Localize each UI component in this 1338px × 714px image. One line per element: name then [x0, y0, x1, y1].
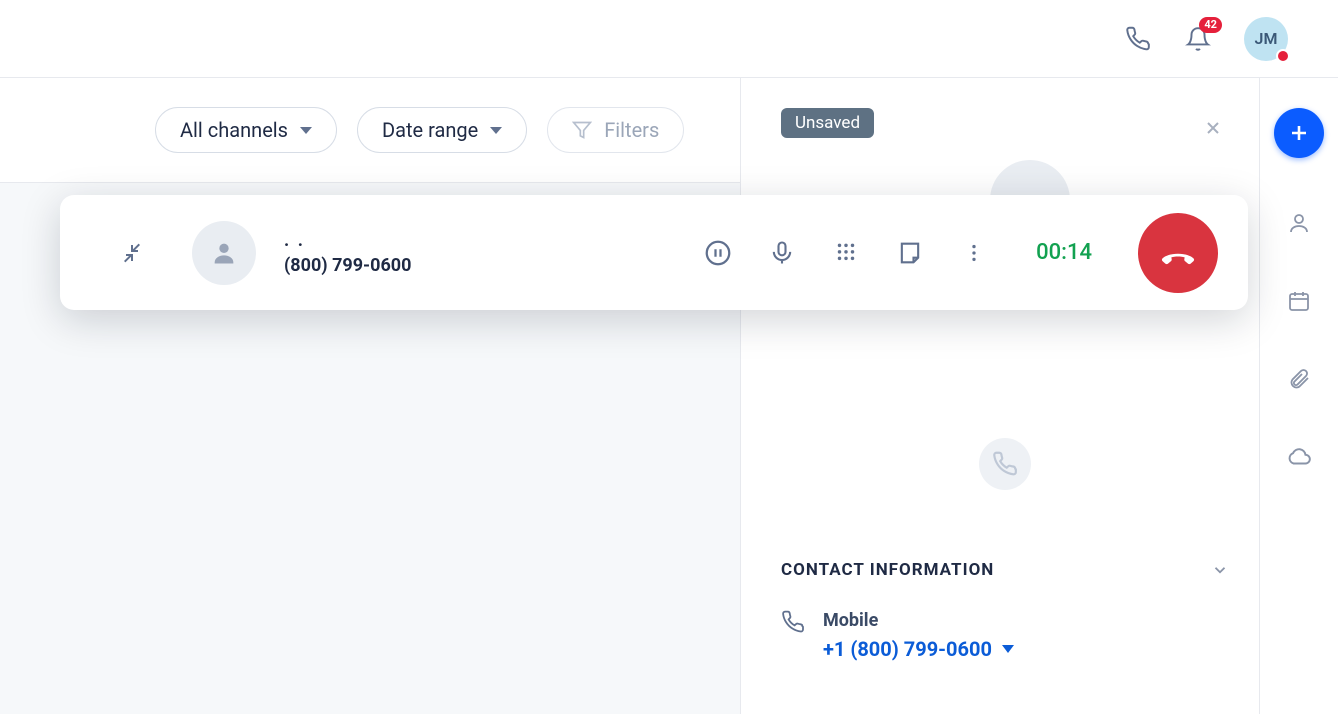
caller-name: . . — [284, 230, 411, 251]
person-icon[interactable] — [1286, 210, 1312, 236]
more-button[interactable] — [956, 235, 992, 271]
close-panel-button[interactable] — [1203, 118, 1223, 138]
filters-button[interactable]: Filters — [547, 107, 684, 153]
call-timer: 00:14 — [1036, 240, 1092, 265]
notifications-button[interactable]: 42 — [1184, 25, 1212, 53]
note-button[interactable] — [892, 235, 928, 271]
caller-avatar — [192, 221, 256, 285]
collapse-section-button[interactable] — [1211, 561, 1229, 579]
details-panel: Unsaved CONTACT INFORMATION Mobile +1 (8… — [740, 78, 1260, 714]
app-header: 42 JM — [0, 0, 1338, 78]
date-label: Date range — [382, 118, 478, 142]
section-title: CONTACT INFORMATION — [781, 560, 994, 580]
caller-number: (800) 799-0600 — [284, 255, 411, 276]
avatar-initials: JM — [1255, 29, 1278, 48]
phone-icon — [781, 610, 805, 634]
user-avatar[interactable]: JM — [1244, 17, 1288, 61]
filter-icon — [572, 120, 592, 140]
chevron-down-icon — [490, 127, 502, 134]
cloud-icon[interactable] — [1286, 444, 1312, 470]
contact-number-value: +1 (800) 799-0600 — [823, 637, 992, 661]
phone-icon[interactable] — [1124, 25, 1152, 53]
hangup-button[interactable] — [1138, 213, 1218, 293]
filters-label: Filters — [604, 118, 659, 142]
filter-bar: All channels Date range Filters — [0, 78, 740, 183]
status-badge: Unsaved — [781, 108, 874, 138]
calendar-icon[interactable] — [1286, 288, 1312, 314]
contact-number-link[interactable]: +1 (800) 799-0600 — [823, 637, 1014, 661]
notification-badge: 42 — [1199, 17, 1222, 33]
active-call-bar: . . (800) 799-0600 00:14 — [60, 195, 1248, 310]
phone-activity-icon — [979, 438, 1031, 490]
channels-filter[interactable]: All channels — [155, 107, 337, 153]
chevron-down-icon — [300, 127, 312, 134]
date-range-filter[interactable]: Date range — [357, 107, 527, 153]
attachment-icon[interactable] — [1286, 366, 1312, 392]
contact-type-label: Mobile — [823, 610, 1014, 631]
channels-label: All channels — [180, 118, 288, 142]
collapse-icon[interactable] — [120, 241, 144, 265]
chevron-down-icon — [1002, 645, 1014, 653]
hold-button[interactable] — [700, 235, 736, 271]
status-dot — [1276, 49, 1290, 63]
add-button[interactable] — [1274, 108, 1324, 158]
dialpad-button[interactable] — [828, 235, 864, 271]
action-rail — [1260, 78, 1338, 714]
mute-button[interactable] — [764, 235, 800, 271]
